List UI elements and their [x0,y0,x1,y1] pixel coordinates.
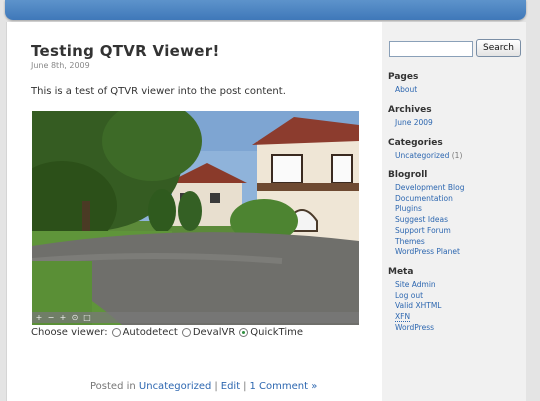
blogroll-link[interactable]: Documentation [395,194,453,203]
post-title[interactable]: Testing QTVR Viewer! [31,42,220,60]
category-count: (1) [451,151,463,160]
search-input[interactable] [389,41,473,57]
zoom-in-button[interactable]: + [35,313,43,323]
pan-button[interactable]: + [59,313,67,323]
panorama-controls: + − + ⊙ □ [32,312,359,323]
blogroll-list: Development Blog Documentation Plugins S… [395,183,464,258]
hotspots-button[interactable]: ⊙ [71,313,79,323]
header-bar [5,0,526,20]
post-date: June 8th, 2009 [31,61,90,70]
radio-quicktime[interactable] [239,328,249,337]
page-link-about[interactable]: About [395,85,417,94]
pages-list: About [395,85,417,96]
meta-link-valid-xhtml[interactable]: Valid XHTML [395,301,441,310]
meta-link-xfn[interactable]: XFN [395,312,411,323]
category-link[interactable]: Uncategorized [139,381,211,392]
edit-link[interactable]: Edit [221,381,240,392]
zoom-out-button[interactable]: − [47,313,55,323]
posted-in-label: Posted in [90,381,136,392]
comments-link[interactable]: 1 Comment » [250,381,318,392]
meta-link-wordpress[interactable]: WordPress [395,323,434,332]
sidebar: Search Pages About Archives June 2009 Ca… [382,22,526,401]
meta-link-log-out[interactable]: Log out [395,291,423,300]
panorama-image[interactable] [32,111,359,325]
archive-link-june-2009[interactable]: June 2009 [395,118,433,127]
viewer-chooser: Choose viewer: Autodetect DevalVR QuickT… [31,327,303,338]
meta-separator: | [243,381,247,392]
blogroll-link[interactable]: Suggest Ideas [395,215,448,224]
radio-autodetect-label[interactable]: Autodetect [123,327,178,338]
meta-separator: | [214,381,218,392]
radio-autodetect[interactable] [111,328,121,337]
radio-devalvr-label[interactable]: DevalVR [193,327,235,338]
categories-list: Uncategorized (1) [395,151,462,162]
fullscreen-button[interactable]: □ [83,313,91,323]
archives-list: June 2009 [395,118,433,129]
pages-title: Pages [388,72,419,82]
post-meta: Posted in Uncategorized | Edit | 1 Comment » [90,381,317,392]
blogroll-link[interactable]: WordPress Planet [395,247,460,256]
blogroll-link[interactable]: Plugins [395,204,422,213]
blogroll-link[interactable]: Themes [395,237,425,246]
page-content: Testing QTVR Viewer! June 8th, 2009 This… [6,22,526,401]
categories-title: Categories [388,138,443,148]
search-button[interactable]: Search [476,39,521,57]
blogroll-link[interactable]: Development Blog [395,183,464,192]
radio-devalvr[interactable] [181,328,191,337]
category-link-uncategorized[interactable]: Uncategorized [395,151,449,160]
viewer-prompt: Choose viewer: [31,327,108,338]
blogroll-title: Blogroll [388,170,428,180]
qtvr-panorama[interactable] [32,111,359,325]
meta-title: Meta [388,267,414,277]
meta-list: Site Admin Log out Valid XHTML XFN WordP… [395,280,441,334]
blogroll-link[interactable]: Support Forum [395,226,451,235]
radio-quicktime-label[interactable]: QuickTime [250,327,303,338]
archives-title: Archives [388,105,432,115]
meta-link-site-admin[interactable]: Site Admin [395,280,436,289]
post-text: This is a test of QTVR viewer into the p… [31,86,286,97]
